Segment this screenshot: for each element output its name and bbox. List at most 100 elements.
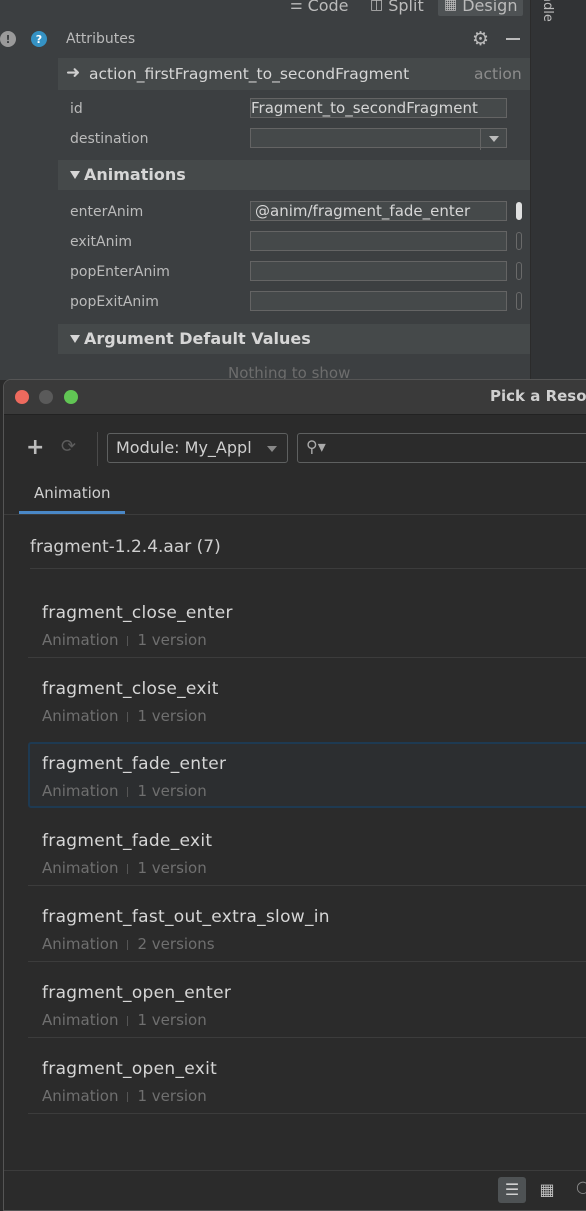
resource-type: Animation [42, 859, 119, 877]
arrow-right-icon: ➜ [66, 63, 81, 83]
mode-code-button[interactable]: ☰ Code [290, 0, 349, 16]
enter-anim-picker-handle[interactable] [516, 202, 522, 220]
dialog-title: Pick a Resou [490, 387, 586, 405]
animations-section-header[interactable]: Animations [58, 160, 530, 190]
resource-type: Animation [42, 707, 119, 725]
mode-design-label: Design [462, 0, 518, 15]
resource-meta: Animation 1 version [42, 1011, 207, 1029]
list-item[interactable]: fragment_close_enter Animation 1 version [28, 591, 586, 657]
list-icon: ☰ [290, 0, 303, 13]
attributes-title: Attributes [66, 31, 136, 47]
resource-name: fragment_close_exit [42, 679, 219, 699]
module-select[interactable]: Module: My_Appl [107, 433, 288, 463]
separator [127, 1092, 129, 1102]
chevron-down-icon[interactable] [480, 128, 507, 150]
resource-meta: Animation 1 version [42, 1087, 207, 1105]
resource-type: Animation [42, 1087, 119, 1105]
exit-anim-field[interactable] [250, 231, 507, 251]
right-tool-strip [530, 0, 586, 380]
resource-meta: Animation 1 version [42, 782, 207, 800]
image-icon: ▦ [444, 0, 458, 13]
separator [127, 1016, 129, 1026]
list-divider [28, 1113, 586, 1114]
mode-code-label: Code [307, 0, 349, 15]
list-item[interactable]: fragment_close_exit Animation 1 version [28, 667, 586, 733]
resource-name: fragment_fade_exit [42, 831, 213, 851]
list-divider [28, 885, 586, 886]
close-window-button[interactable] [15, 390, 29, 404]
left-tool-strip [0, 0, 59, 380]
pop-enter-anim-label: popEnterAnim [70, 264, 170, 280]
search-input[interactable] [297, 433, 586, 463]
pop-enter-anim-field[interactable] [250, 261, 507, 281]
split-icon: ◫ [370, 0, 384, 13]
resource-type: Animation [42, 631, 119, 649]
resource-type: Animation [42, 782, 119, 800]
separator [127, 864, 129, 874]
enter-anim-field[interactable]: @anim/fragment_fade_enter [250, 201, 507, 221]
tab-animation[interactable]: Animation [34, 484, 110, 502]
resource-versions: 1 version [137, 1087, 207, 1105]
zoom-icon[interactable]: ○ [576, 1177, 586, 1196]
list-view-icon[interactable]: ☰ [498, 1177, 526, 1203]
pop-exit-anim-picker-handle[interactable] [516, 292, 522, 310]
refresh-icon: ⟳ [61, 436, 77, 457]
argument-defaults-section-header[interactable]: Argument Default Values [58, 324, 530, 354]
resource-versions: 2 versions [137, 935, 215, 953]
resource-versions: 1 version [137, 707, 207, 725]
destination-dropdown[interactable] [250, 128, 507, 148]
resource-group-header[interactable]: fragment-1.2.4.aar (7) [30, 537, 221, 557]
separator [127, 940, 129, 950]
grid-view-icon[interactable]: ▦ [534, 1177, 560, 1203]
destination-label: destination [70, 131, 149, 147]
list-divider [28, 961, 586, 962]
view-mode-bar: ☰ Code ◫ Split ▦ Design [58, 0, 530, 20]
resource-meta: Animation 1 version [42, 859, 207, 877]
action-type: action [474, 65, 522, 83]
tab-divider [4, 514, 586, 515]
gear-icon[interactable]: ⚙ [472, 28, 489, 50]
pick-resource-dialog: Pick a Resou + ⟳ Module: My_Appl ⚲▾ Anim… [3, 379, 586, 1211]
resource-name: fragment_open_exit [42, 1059, 218, 1079]
mode-design-button[interactable]: ▦ Design [438, 0, 524, 16]
maximize-window-button[interactable] [64, 390, 78, 404]
list-divider [28, 657, 586, 658]
mode-split-label: Split [388, 0, 424, 15]
chevron-down-icon[interactable] [267, 446, 277, 452]
resource-name: fragment_fade_enter [42, 754, 227, 774]
list-item[interactable]: fragment_open_exit Animation 1 version [28, 1047, 586, 1113]
mode-split-button[interactable]: ◫ Split [370, 0, 424, 16]
list-divider [28, 1037, 586, 1038]
search-icon[interactable]: ⚲▾ [306, 437, 326, 456]
minimize-window-button[interactable] [39, 390, 53, 404]
resource-name: fragment_close_enter [42, 603, 233, 623]
id-field[interactable]: Fragment_to_secondFragment [250, 98, 507, 118]
action-name: action_firstFragment_to_secondFragment [89, 65, 410, 83]
argument-defaults-header-label: Argument Default Values [84, 329, 311, 348]
separator [127, 636, 129, 646]
list-item[interactable]: fragment_fade_exit Animation 1 version [28, 819, 586, 885]
gradle-side-tab[interactable]: adle [540, 0, 555, 22]
resource-versions: 1 version [137, 782, 207, 800]
dialog-titlebar[interactable]: Pick a Resou [4, 380, 586, 415]
separator [127, 787, 129, 797]
pop-enter-anim-picker-handle[interactable] [516, 262, 522, 280]
toolbar-separator [97, 432, 98, 466]
exit-anim-label: exitAnim [70, 234, 133, 250]
warning-icon[interactable]: ! [0, 31, 16, 47]
list-item[interactable]: fragment_fast_out_extra_slow_in Animatio… [28, 895, 586, 961]
resource-versions: 1 version [137, 1011, 207, 1029]
exit-anim-picker-handle[interactable] [516, 232, 522, 250]
resource-type: Animation [42, 1011, 119, 1029]
separator [127, 712, 129, 722]
pop-exit-anim-field[interactable] [250, 291, 507, 311]
resource-versions: 1 version [137, 859, 207, 877]
resource-type: Animation [42, 935, 119, 953]
resource-name: fragment_open_enter [42, 983, 232, 1003]
list-item-selected[interactable]: fragment_fade_enter Animation 1 version [28, 742, 586, 808]
add-icon[interactable]: + [26, 435, 44, 460]
minimize-icon[interactable] [506, 38, 520, 40]
list-item[interactable]: fragment_open_enter Animation 1 version [28, 971, 586, 1037]
help-icon[interactable]: ? [31, 31, 47, 47]
animations-header-label: Animations [84, 165, 186, 184]
